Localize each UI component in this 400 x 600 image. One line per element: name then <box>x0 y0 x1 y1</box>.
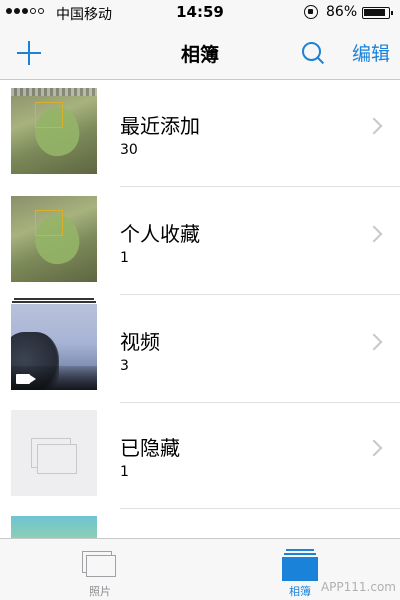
album-row-hidden[interactable]: 已隐藏 1 <box>0 402 400 509</box>
album-thumbnail <box>11 304 97 390</box>
video-camera-icon <box>16 374 30 384</box>
row-divider <box>120 186 400 187</box>
rotation-lock-icon <box>304 5 318 19</box>
search-button[interactable] <box>300 40 326 66</box>
album-thumbnail <box>11 88 97 174</box>
album-row-partial[interactable] <box>0 506 400 538</box>
album-name: 最近添加 <box>120 114 200 138</box>
chevron-right-icon <box>365 333 383 351</box>
album-count: 1 <box>120 464 129 480</box>
album-row-videos[interactable]: 视频 3 <box>0 296 400 403</box>
album-name: 已隐藏 <box>120 436 180 460</box>
chevron-right-icon <box>365 117 383 135</box>
chevron-right-icon <box>365 439 383 457</box>
tab-label: 照片 <box>89 585 111 598</box>
edit-button[interactable]: 编辑 <box>352 39 390 66</box>
albums-icon <box>282 549 318 581</box>
battery-percent: 86% <box>326 4 358 20</box>
album-count: 3 <box>120 358 129 374</box>
watermark: APP111.com <box>320 580 396 594</box>
tab-photos[interactable]: 照片 <box>50 539 150 600</box>
row-divider <box>120 294 400 295</box>
album-row-recently-added[interactable]: 最近添加 30 <box>0 80 400 187</box>
album-stack-edge <box>14 298 94 300</box>
album-count: 30 <box>120 142 138 158</box>
navigation-bar: 相簿 编辑 <box>0 26 400 80</box>
status-bar: 中国移动 14:59 86% <box>0 0 400 26</box>
album-name: 视频 <box>120 330 160 354</box>
photos-icon <box>82 551 116 577</box>
album-stack-edge <box>12 301 96 303</box>
album-thumbnail <box>11 410 97 496</box>
album-thumbnail <box>11 516 97 538</box>
album-thumbnail <box>11 196 97 282</box>
album-row-favorites[interactable]: 个人收藏 1 <box>0 188 400 295</box>
page-title: 相簿 <box>180 44 219 66</box>
album-name: 个人收藏 <box>120 222 200 246</box>
chevron-right-icon <box>365 225 383 243</box>
album-count: 1 <box>120 250 129 266</box>
battery-icon <box>362 7 393 19</box>
